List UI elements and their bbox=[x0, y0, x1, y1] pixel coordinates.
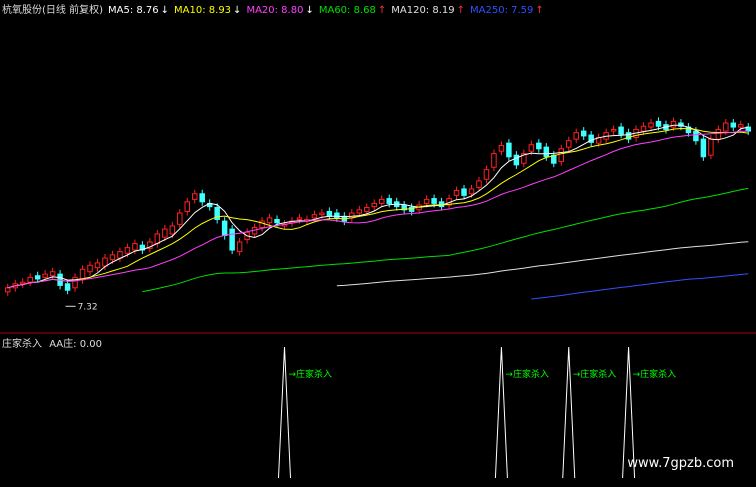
candle-body bbox=[715, 128, 722, 140]
signal-label: →庄家杀入 bbox=[633, 368, 677, 380]
indicator-5: MA250: 7.59 ↑ bbox=[470, 5, 544, 16]
signal-label: →庄家杀入 bbox=[505, 368, 549, 380]
indicator-arrow-5: ↑ bbox=[535, 5, 544, 16]
candle-body bbox=[700, 138, 707, 158]
candle-body bbox=[311, 214, 318, 219]
indicator-arrow-0: ↓ bbox=[160, 5, 170, 16]
candle-body bbox=[648, 122, 654, 128]
stock-title: 杭氧股份(日线 前复权) bbox=[2, 5, 103, 16]
low-marker-label: 7.32 bbox=[78, 302, 98, 312]
candle-body bbox=[4, 287, 11, 293]
candle-body bbox=[476, 180, 482, 188]
candle-body bbox=[259, 220, 265, 229]
candle-body bbox=[199, 193, 205, 203]
chart-background bbox=[0, 0, 756, 487]
indicator-2: MA20: 8.80 ↓ bbox=[246, 5, 314, 16]
candle-body bbox=[610, 128, 617, 132]
candle-body bbox=[49, 271, 56, 277]
candle-body bbox=[708, 138, 714, 156]
subpanel-indicator: AA庄: 0.00 bbox=[49, 339, 102, 350]
candle-body bbox=[356, 209, 363, 214]
candle-body bbox=[191, 193, 198, 200]
candle-body bbox=[723, 122, 729, 132]
candle-body bbox=[221, 220, 228, 237]
candle-body bbox=[580, 130, 587, 137]
candle-body bbox=[42, 273, 48, 278]
candle-body bbox=[491, 153, 497, 168]
candle-body bbox=[513, 154, 520, 166]
candle-body bbox=[498, 145, 505, 152]
kline-chart: 7.32 →庄家杀入 →庄家杀入 →庄家杀入 →庄家杀入 bbox=[0, 0, 756, 487]
candle-body bbox=[528, 144, 535, 152]
candle-body bbox=[326, 210, 333, 217]
candle-body bbox=[670, 120, 677, 128]
candle-body bbox=[543, 146, 550, 158]
candle-body bbox=[730, 122, 737, 128]
chart-header: 杭氧股份(日线 前复权) MA5: 8.76 ↓ MA10: 8.93 ↓ MA20: 8… bbox=[2, 1, 554, 16]
candle-body bbox=[573, 132, 579, 140]
candle-body bbox=[565, 140, 572, 148]
indicator-4: MA120: 8.19 ↑ bbox=[391, 5, 466, 16]
candle-body bbox=[132, 243, 138, 251]
candle-body bbox=[334, 212, 340, 219]
candle-body bbox=[423, 198, 430, 204]
indicator-arrow-2: ↓ bbox=[305, 5, 314, 16]
candle-body bbox=[64, 283, 71, 291]
candle-body bbox=[618, 126, 624, 135]
candle-body bbox=[266, 217, 273, 224]
candle-body bbox=[693, 130, 699, 142]
candle-body bbox=[371, 202, 378, 208]
candle-body bbox=[124, 247, 131, 254]
signal-label: →庄家杀入 bbox=[289, 368, 333, 380]
candle-body bbox=[184, 201, 191, 212]
candle-body bbox=[506, 142, 512, 158]
indicator-0: MA5: 8.76 ↓ bbox=[107, 5, 170, 16]
indicator-arrow-3: ↑ bbox=[377, 5, 387, 16]
candle-body bbox=[34, 275, 41, 280]
candle-body bbox=[640, 125, 647, 132]
candle-body bbox=[274, 218, 280, 224]
candle-body bbox=[102, 257, 108, 267]
candle-body bbox=[738, 124, 744, 128]
candle-body bbox=[177, 212, 183, 225]
watermark: www.7gpzb.com bbox=[627, 456, 734, 471]
candle-body bbox=[453, 190, 460, 196]
candle-body bbox=[236, 241, 243, 253]
candle-body bbox=[229, 228, 235, 251]
subpanel-header: 庄家杀入 AA庄: 0.00 bbox=[2, 335, 106, 350]
candle-body bbox=[117, 251, 123, 259]
candle-body bbox=[364, 206, 370, 212]
signal-label: →庄家杀入 bbox=[573, 368, 617, 380]
indicator-legend: MA5: 8.76 ↓ MA10: 8.93 ↓ MA20: 8.80 ↓ MA60: 8.… bbox=[108, 5, 549, 16]
candle-body bbox=[19, 281, 26, 285]
indicator-3: MA60: 8.68 ↑ bbox=[318, 5, 387, 16]
candle-body bbox=[536, 142, 542, 150]
indicator-1: MA10: 8.93 ↓ bbox=[174, 5, 242, 16]
indicator-arrow-1: ↓ bbox=[233, 5, 242, 16]
candle-body bbox=[468, 188, 475, 195]
candle-body bbox=[655, 120, 662, 127]
candle-body bbox=[72, 276, 78, 289]
candle-body bbox=[109, 254, 116, 261]
indicator-arrow-4: ↑ bbox=[456, 5, 466, 16]
candle-body bbox=[386, 198, 392, 204]
candle-body bbox=[296, 217, 303, 220]
candle-body bbox=[94, 262, 101, 269]
candle-body bbox=[431, 198, 437, 204]
candle-body bbox=[483, 169, 490, 180]
candle-body bbox=[558, 148, 565, 163]
candle-body bbox=[162, 228, 168, 238]
candle-body bbox=[319, 212, 325, 216]
candle-body bbox=[87, 264, 93, 273]
subpanel-title: 庄家杀入 bbox=[2, 339, 42, 350]
candle-body bbox=[378, 198, 385, 204]
candle-body bbox=[27, 276, 33, 283]
candle-body bbox=[169, 225, 176, 235]
candle-body bbox=[461, 188, 467, 196]
